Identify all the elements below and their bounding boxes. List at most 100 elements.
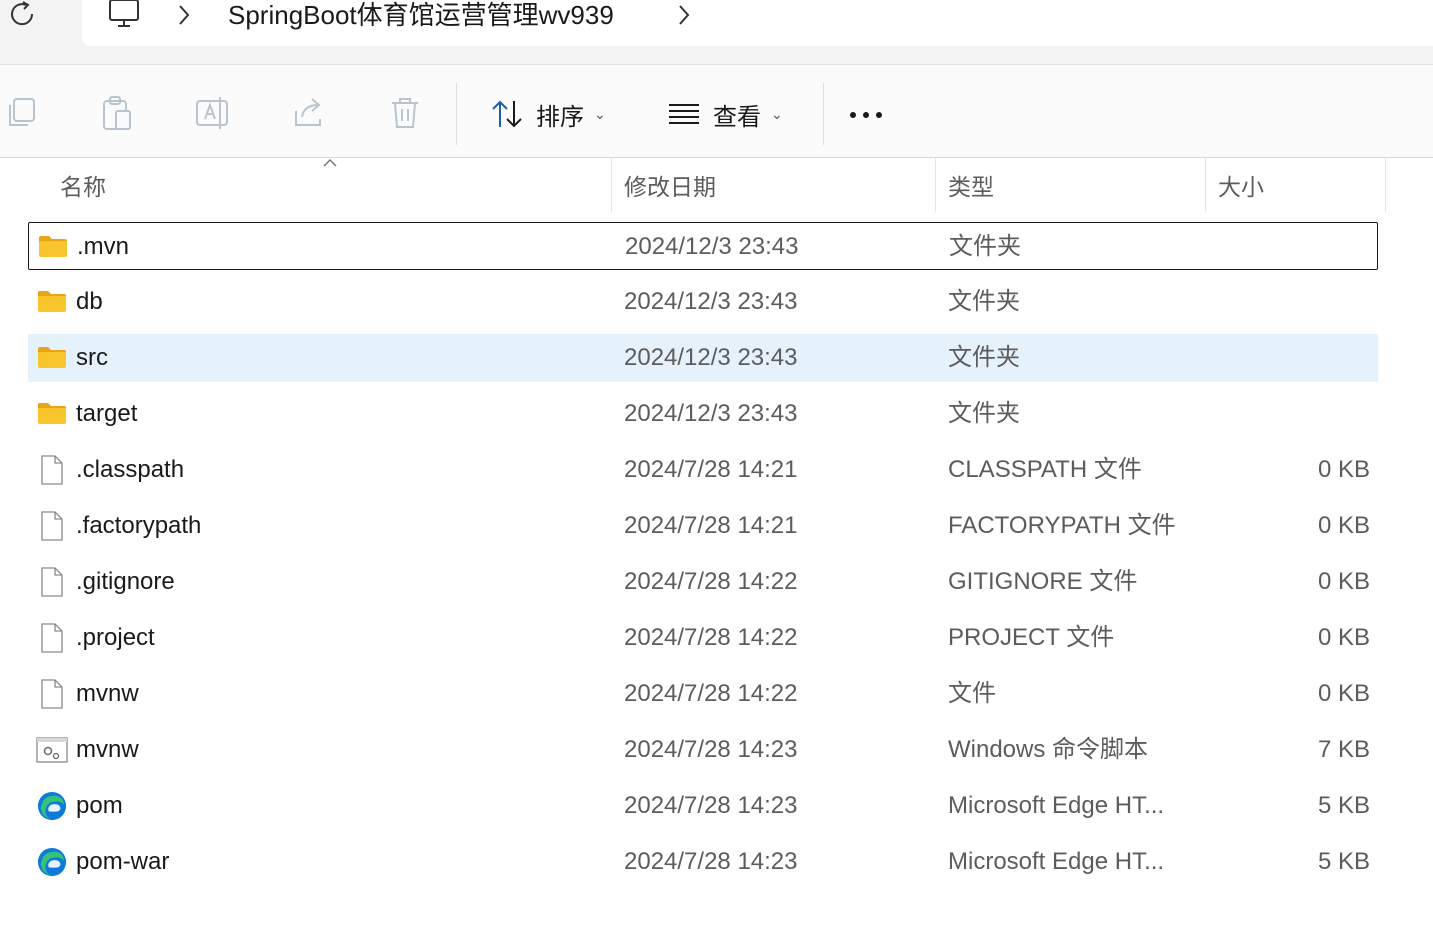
file-date: 2024/7/28 14:21 [624, 512, 798, 539]
file-icon [36, 679, 68, 709]
file-date: 2024/7/28 14:22 [624, 680, 798, 707]
file-name: target [76, 400, 138, 427]
file-date: 2024/12/3 23:43 [624, 344, 798, 371]
chevron-right-icon[interactable] [676, 2, 692, 28]
pc-icon[interactable] [108, 0, 140, 30]
file-type: 文件夹 [948, 344, 1020, 371]
folder-icon [37, 232, 69, 262]
share-icon[interactable] [292, 95, 326, 131]
file-type: Windows 命令脚本 [948, 736, 1149, 763]
toolbar-divider [823, 83, 824, 145]
column-divider[interactable] [611, 158, 612, 212]
rename-icon[interactable] [195, 95, 229, 131]
file-type: Microsoft Edge HT... [948, 848, 1165, 875]
breadcrumb-folder[interactable]: SpringBoot体育馆运营管理wv939 [228, 0, 614, 32]
file-name: pom-war [76, 848, 170, 875]
folder-icon [36, 343, 68, 373]
file-type: CLASSPATH 文件 [948, 456, 1142, 483]
file-row[interactable]: .classpath 2024/7/28 14:21 CLASSPATH 文件 0 K… [28, 446, 1378, 494]
file-type: PROJECT 文件 [948, 624, 1115, 651]
command-bar: 排序 ⌄ 查看 ⌄ [0, 64, 1433, 158]
file-size: 7 KB [1317, 736, 1370, 763]
file-date: 2024/12/3 23:43 [625, 233, 799, 260]
address-strip: SpringBoot体育馆运营管理wv939 [0, 0, 1433, 64]
file-type: FACTORYPATH 文件 [948, 512, 1176, 539]
file-size: 0 KB [1317, 624, 1370, 651]
file-date: 2024/7/28 14:23 [624, 792, 798, 819]
file-type: 文件 [948, 680, 996, 707]
file-name: .classpath [76, 456, 185, 483]
file-type: GITIGNORE 文件 [948, 568, 1138, 595]
file-name: mvnw [76, 736, 139, 763]
sort-ascending-icon [323, 158, 337, 167]
file-date: 2024/12/3 23:43 [624, 400, 798, 427]
column-header-row: 名称 修改日期 类型 大小 [0, 158, 1433, 212]
edge-icon [36, 791, 68, 821]
file-size: 5 KB [1317, 792, 1370, 819]
file-icon [36, 567, 68, 597]
paste-icon[interactable] [100, 95, 134, 131]
toolbar-divider [456, 83, 457, 145]
file-date: 2024/7/28 14:22 [624, 624, 798, 651]
file-size: 0 KB [1317, 512, 1370, 539]
file-row[interactable]: db 2024/12/3 23:43 文件夹 [28, 278, 1378, 326]
column-header-name[interactable]: 名称 [60, 158, 106, 212]
file-size: 0 KB [1317, 456, 1370, 483]
file-size: 0 KB [1317, 680, 1370, 707]
file-row[interactable]: mvnw 2024/7/28 14:22 文件 0 KB [28, 670, 1378, 718]
file-icon [36, 455, 68, 485]
file-size: 5 KB [1317, 848, 1370, 875]
file-row[interactable]: mvnw 2024/7/28 14:23 Windows 命令脚本 7 KB [28, 726, 1378, 774]
delete-icon[interactable] [388, 95, 422, 131]
file-type: 文件夹 [948, 288, 1020, 315]
file-row[interactable]: .gitignore 2024/7/28 14:22 GITIGNORE 文件 0 K… [28, 558, 1378, 606]
chevron-down-icon: ⌄ [594, 105, 606, 122]
file-icon [36, 511, 68, 541]
view-button[interactable]: 查看 ⌄ [667, 95, 783, 133]
script-icon [36, 735, 68, 765]
file-type: 文件夹 [948, 400, 1020, 427]
file-date: 2024/12/3 23:43 [624, 288, 798, 315]
file-date: 2024/7/28 14:23 [624, 848, 798, 875]
file-name: pom [76, 792, 123, 819]
view-label: 查看 [713, 103, 761, 131]
file-date: 2024/7/28 14:23 [624, 736, 798, 763]
file-date: 2024/7/28 14:21 [624, 456, 798, 483]
copy-icon[interactable] [4, 95, 38, 131]
folder-icon [36, 399, 68, 429]
folder-icon [36, 287, 68, 317]
file-name: db [76, 288, 103, 315]
file-row[interactable]: target 2024/12/3 23:43 文件夹 [28, 390, 1378, 438]
file-row[interactable]: pom 2024/7/28 14:23 Microsoft Edge HT... 5 … [28, 782, 1378, 830]
column-header-modified[interactable]: 修改日期 [624, 158, 716, 212]
file-type: 文件夹 [949, 233, 1021, 260]
file-name: src [76, 344, 108, 371]
sort-button[interactable]: 排序 ⌄ [490, 95, 606, 133]
file-row[interactable]: .mvn 2024/12/3 23:43 文件夹 [28, 222, 1378, 270]
refresh-icon[interactable] [8, 0, 38, 32]
file-icon [36, 623, 68, 653]
file-date: 2024/7/28 14:22 [624, 568, 798, 595]
more-icon[interactable] [850, 105, 894, 125]
file-row[interactable]: src 2024/12/3 23:43 文件夹 [28, 334, 1378, 382]
file-name: .mvn [77, 233, 130, 260]
edge-icon [36, 847, 68, 877]
column-divider[interactable] [1385, 158, 1386, 212]
sort-icon [492, 100, 522, 128]
column-header-size[interactable]: 大小 [1218, 158, 1264, 212]
column-divider[interactable] [1205, 158, 1206, 212]
file-name: mvnw [76, 680, 139, 707]
file-type: Microsoft Edge HT... [948, 792, 1165, 819]
file-name: .factorypath [76, 512, 202, 539]
file-size: 0 KB [1317, 568, 1370, 595]
chevron-down-icon: ⌄ [771, 105, 783, 122]
column-divider[interactable] [935, 158, 936, 212]
file-name: .gitignore [76, 568, 175, 595]
file-name: .project [76, 624, 155, 651]
column-header-type[interactable]: 类型 [948, 158, 994, 212]
chevron-right-icon[interactable] [176, 2, 192, 28]
file-row[interactable]: .project 2024/7/28 14:22 PROJECT 文件 0 KB [28, 614, 1378, 662]
file-row[interactable]: .factorypath 2024/7/28 14:21 FACTORYPATH 文… [28, 502, 1378, 550]
file-row[interactable]: pom-war 2024/7/28 14:23 Microsoft Edge HT.… [28, 838, 1378, 886]
sort-label: 排序 [536, 103, 584, 131]
